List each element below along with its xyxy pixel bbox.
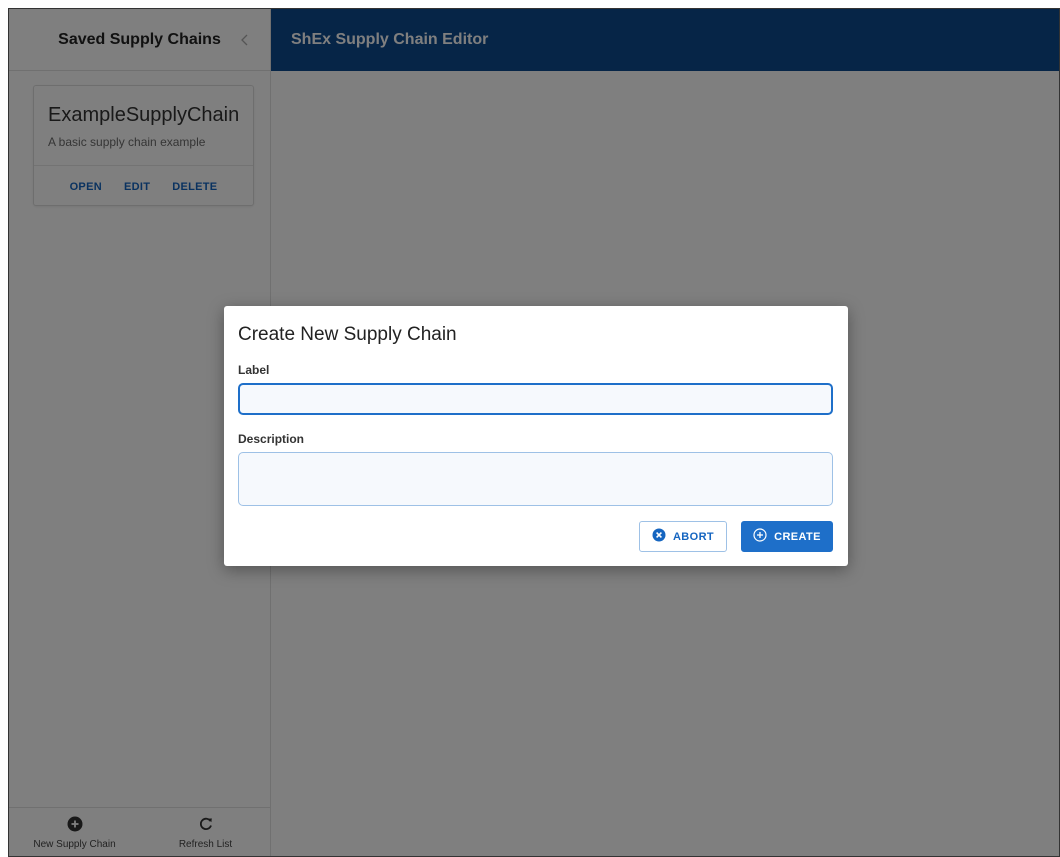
abort-label: ABORT xyxy=(672,530,715,543)
plus-circle-outline-icon xyxy=(753,528,767,545)
times-circle-icon xyxy=(652,528,666,545)
abort-button[interactable]: ABORT xyxy=(639,521,727,552)
label-input[interactable] xyxy=(238,383,833,415)
dialog-title: Create New Supply Chain xyxy=(238,324,457,345)
app-window: Saved Supply Chains ExampleSupplyChain A… xyxy=(8,8,1060,857)
label-field-label: Label xyxy=(238,363,270,377)
description-field-label: Description xyxy=(238,432,305,446)
create-supply-chain-dialog: Create New Supply Chain Label Descriptio… xyxy=(224,306,848,566)
description-input[interactable] xyxy=(238,452,833,506)
create-button[interactable]: CREATE xyxy=(741,521,833,552)
create-label: CREATE xyxy=(774,530,821,543)
